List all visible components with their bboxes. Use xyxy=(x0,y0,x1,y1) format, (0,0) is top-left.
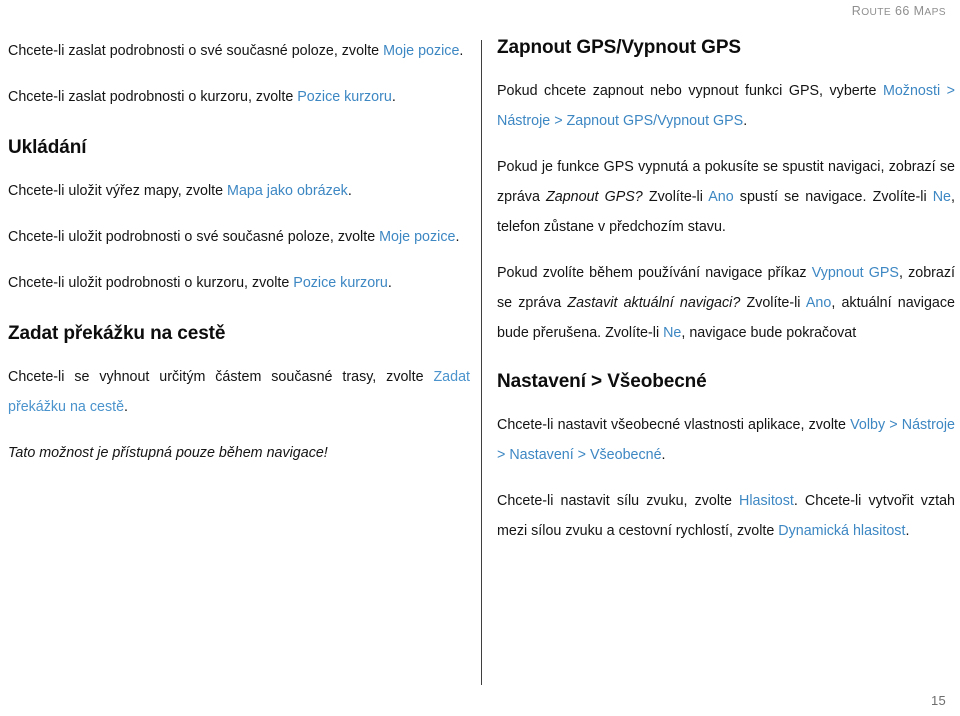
page-number: 15 xyxy=(930,693,946,708)
paragraph-gps-off-start-navigation: Pokud je funkce GPS vypnutá a pokusíte s… xyxy=(497,152,955,242)
text-run: . xyxy=(347,182,352,199)
paragraph-avoid-route-parts: Chcete-li se vyhnout určitým částem souč… xyxy=(8,362,470,422)
text-run: Zvolíte-li xyxy=(740,294,806,311)
text-run: Chcete-li nastavit všeobecné vlastnosti … xyxy=(497,416,851,433)
block-save-map-image: Chcete-li uložit výřez mapy, zvolte Mapa… xyxy=(8,176,470,206)
block-send-current-position: Chcete-li zaslat podrobnosti o své souča… xyxy=(8,36,470,66)
block-volume-settings: Chcete-li nastavit sílu zvuku, zvolte Hl… xyxy=(497,486,955,546)
text-run: . xyxy=(455,228,460,245)
block-navigation-only-note: Tato možnost je přístupná pouze během na… xyxy=(8,438,470,468)
block-gps-menu-path: Pokud chcete zapnout nebo vypnout funkci… xyxy=(497,76,955,136)
link-ne[interactable]: Ne xyxy=(933,189,951,205)
paragraph-save-cursor-position: Chcete-li uložit podrobnosti o kurzoru, … xyxy=(8,268,470,298)
block-gps-off-during-navigation: Pokud zvolíte během používání navigace p… xyxy=(497,258,955,348)
text-run: Pokud chcete zapnout nebo vypnout funkci… xyxy=(497,82,883,99)
running-header-maps: M xyxy=(913,4,925,18)
link-ne[interactable]: Ne xyxy=(663,325,681,341)
block-general-settings-path: Chcete-li nastavit všeobecné vlastnosti … xyxy=(497,410,955,470)
block-zadat-prekazku: Zadat překážku na cestě xyxy=(8,322,470,346)
text-run: Chcete-li uložit podrobnosti o své souča… xyxy=(8,228,380,245)
paragraph-navigation-only-note: Tato možnost je přístupná pouze během na… xyxy=(8,444,328,461)
link-hlasitost[interactable]: Hlasitost xyxy=(739,493,794,509)
text-run: Zvolíte-li xyxy=(642,188,709,205)
block-send-cursor-position: Chcete-li zaslat podrobnosti o kurzoru, … xyxy=(8,82,470,112)
text-run: Pokud zvolíte během používání navigace p… xyxy=(497,264,812,281)
link-ano[interactable]: Ano xyxy=(708,189,733,205)
text-run: Chcete-li nastavit sílu zvuku, zvolte xyxy=(497,492,740,509)
text-run: Chcete-li uložit výřez mapy, zvolte xyxy=(8,182,228,199)
right-column: Zapnout GPS/Vypnout GPS Pokud chcete zap… xyxy=(497,36,955,562)
text-run: Chcete-li se vyhnout určitým částem souč… xyxy=(8,368,434,385)
heading-zadat-prekazku-na-ceste: Zadat překážku na cestě xyxy=(8,322,226,344)
text-run: . xyxy=(905,522,910,539)
link-moje-pozice[interactable]: Moje pozice xyxy=(379,229,455,245)
link-moje-pozice[interactable]: Moje pozice xyxy=(383,43,459,59)
block-gps-off-start-navigation: Pokud je funkce GPS vypnutá a pokusíte s… xyxy=(497,152,955,242)
text-run: . xyxy=(124,398,129,415)
block-nastaveni-vseobecne: Nastavení > Všeobecné xyxy=(497,370,955,394)
document-page: ROUTE 66 MAPS Chcete-li zaslat podrobnos… xyxy=(0,0,960,716)
block-save-current-position: Chcete-li uložit podrobnosti o své souča… xyxy=(8,222,470,252)
running-header-title: ROUTE 66 MAPS xyxy=(852,4,946,18)
text-run: Chcete-li uložit podrobnosti o kurzoru, … xyxy=(8,274,294,291)
block-gps-on-off: Zapnout GPS/Vypnout GPS xyxy=(497,36,955,60)
emphasis-zapnout-gps-prompt: Zapnout GPS? xyxy=(546,188,643,205)
running-header-route: R xyxy=(851,4,862,18)
heading-zapnout-vypnout-gps: Zapnout GPS/Vypnout GPS xyxy=(497,37,741,58)
paragraph-send-cursor-position: Chcete-li zaslat podrobnosti o kurzoru, … xyxy=(8,82,470,112)
text-run: Chcete-li zaslat podrobnosti o kurzoru, … xyxy=(8,89,298,105)
text-run: . xyxy=(391,89,396,105)
running-header: ROUTE 66 MAPS xyxy=(0,0,946,30)
page-columns: Chcete-li zaslat podrobnosti o své souča… xyxy=(0,36,960,686)
text-run: Chcete-li zaslat podrobnosti o své souča… xyxy=(8,43,384,59)
column-divider xyxy=(481,40,482,685)
paragraph-send-current-position: Chcete-li zaslat podrobnosti o své souča… xyxy=(8,36,470,66)
link-pozice-kurzoru[interactable]: Pozice kurzoru xyxy=(293,275,388,291)
paragraph-volume-settings: Chcete-li nastavit sílu zvuku, zvolte Hl… xyxy=(497,486,955,546)
paragraph-general-settings-path: Chcete-li nastavit všeobecné vlastnosti … xyxy=(497,410,955,470)
left-column: Chcete-li zaslat podrobnosti o své souča… xyxy=(8,36,470,484)
paragraph-save-current-position: Chcete-li uložit podrobnosti o své souča… xyxy=(8,222,470,252)
block-ukladani: Ukládání xyxy=(8,136,470,160)
link-mapa-jako-obrazek[interactable]: Mapa jako obrázek xyxy=(227,183,348,199)
text-run: , navigace bude pokračovat xyxy=(681,324,857,341)
text-run: spustí se navigace. Zvolíte-li xyxy=(733,188,933,205)
block-save-cursor-position: Chcete-li uložit podrobnosti o kurzoru, … xyxy=(8,268,470,298)
link-ano[interactable]: Ano xyxy=(806,295,831,311)
running-header-maps-rest: APS xyxy=(924,7,946,18)
running-header-route-rest: OUTE xyxy=(861,7,892,18)
heading-ukladani: Ukládání xyxy=(8,137,87,158)
link-vypnout-gps[interactable]: Vypnout GPS xyxy=(812,265,899,281)
emphasis-zastavit-navigaci-prompt: Zastavit aktuální navigaci? xyxy=(567,294,741,311)
paragraph-gps-menu-path: Pokud chcete zapnout nebo vypnout funkci… xyxy=(497,76,955,136)
paragraph-save-map-image: Chcete-li uložit výřez mapy, zvolte Mapa… xyxy=(8,176,470,206)
text-run: . xyxy=(387,274,392,291)
link-dynamicka-hlasitost[interactable]: Dynamická hlasitost xyxy=(778,523,905,539)
text-run: . xyxy=(661,446,666,463)
link-pozice-kurzoru[interactable]: Pozice kurzoru xyxy=(297,89,392,105)
text-run: . xyxy=(459,43,464,59)
running-header-number: 66 xyxy=(891,4,914,18)
heading-nastaveni-vseobecne: Nastavení > Všeobecné xyxy=(497,370,707,392)
text-run: . xyxy=(743,112,748,129)
block-avoid-route-parts: Chcete-li se vyhnout určitým částem souč… xyxy=(8,362,470,422)
paragraph-gps-off-during-navigation: Pokud zvolíte během používání navigace p… xyxy=(497,258,955,348)
